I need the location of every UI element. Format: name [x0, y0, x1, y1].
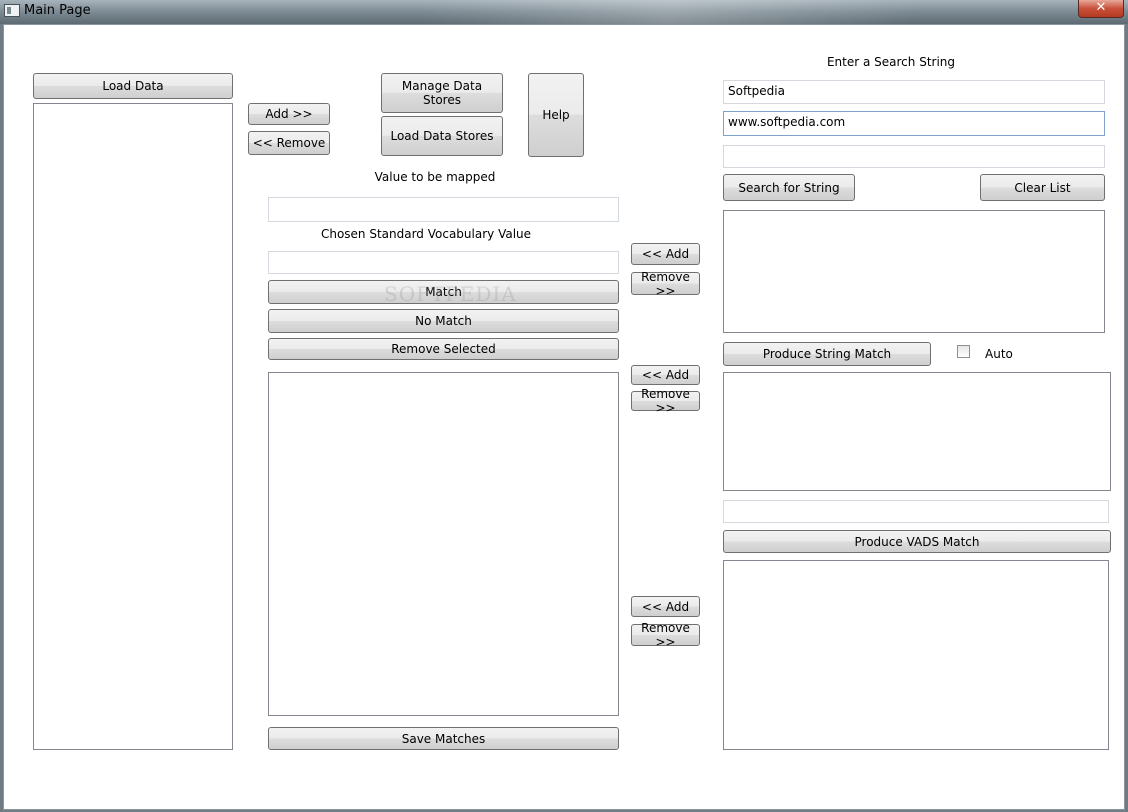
value-to-map-label: Value to be mapped [374, 170, 496, 184]
matches-list[interactable] [268, 372, 619, 716]
vads-match-list[interactable] [723, 560, 1109, 750]
vocab-label: Chosen Standard Vocabulary Value [320, 227, 532, 241]
search-field-2[interactable]: www.softpedia.com [723, 111, 1105, 136]
produce-vads-match-button[interactable]: Produce VADS Match [723, 530, 1111, 553]
save-matches-button[interactable]: Save Matches [268, 727, 619, 750]
add-left-button-2[interactable]: << Add [631, 365, 700, 385]
auto-checkbox[interactable] [957, 345, 970, 358]
search-for-string-button[interactable]: Search for String [723, 174, 855, 201]
remove-selected-button[interactable]: Remove Selected [268, 338, 619, 360]
remove-right-button-3[interactable]: Remove >> [631, 621, 700, 649]
title-bar: Main Page ✕ [0, 0, 1128, 24]
load-data-button[interactable]: Load Data [33, 73, 233, 99]
search-field-3[interactable] [723, 145, 1105, 168]
search-field-1[interactable]: Softpedia [723, 80, 1105, 104]
remove-right-button-1[interactable]: Remove >> [631, 270, 700, 298]
remove-left-button[interactable]: << Remove [248, 131, 330, 155]
string-match-list[interactable] [723, 372, 1111, 491]
title-bar-decoration [420, 0, 920, 24]
add-right-button[interactable]: Add >> [248, 103, 330, 125]
produce-string-match-button[interactable]: Produce String Match [723, 342, 931, 366]
add-left-button-1[interactable]: << Add [631, 243, 700, 265]
vocab-value-field[interactable] [268, 251, 619, 274]
remove-right-button-2[interactable]: Remove >> [631, 387, 700, 415]
search-results-list[interactable] [723, 210, 1105, 333]
search-string-header: Enter a Search String [826, 55, 956, 69]
window-icon[interactable] [4, 4, 20, 17]
value-to-map-field[interactable] [268, 197, 619, 222]
manage-data-stores-button[interactable]: Manage Data Stores [381, 73, 503, 113]
data-list[interactable] [33, 103, 233, 750]
window-title: Main Page [24, 3, 91, 18]
help-button[interactable]: Help [528, 73, 584, 157]
auto-label: Auto [985, 347, 1013, 361]
close-button[interactable]: ✕ [1078, 0, 1124, 18]
no-match-button[interactable]: No Match [268, 309, 619, 333]
clear-list-button[interactable]: Clear List [980, 174, 1105, 201]
match-button[interactable]: Match [268, 280, 619, 304]
vads-field[interactable] [723, 500, 1109, 523]
add-left-button-3[interactable]: << Add [631, 596, 700, 617]
load-data-stores-button[interactable]: Load Data Stores [381, 116, 503, 156]
